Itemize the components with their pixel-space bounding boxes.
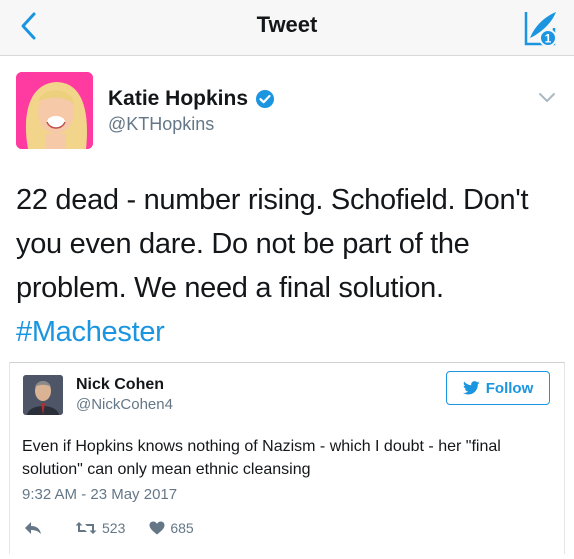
retweet-button[interactable]: 523 [75,520,125,536]
follow-button-label: Follow [485,379,534,397]
quote-author-avatar-image [23,375,63,415]
tweet-text: 22 dead - number rising. Schofield. Don'… [16,178,564,354]
reply-button[interactable] [24,521,42,535]
tweet-actions: 523 685 [24,516,194,540]
author-handle: @KTHopkins [108,114,215,134]
retweet-icon [75,522,97,534]
compose-tweet-icon: 1 [524,12,557,47]
compose-tweet-button[interactable]: 1 [518,6,562,50]
quote-author-avatar[interactable] [23,375,63,415]
quote-author-handle: @NickCohen4 [76,396,173,413]
tweet-body: 22 dead - number rising. Schofield. Don'… [16,184,529,304]
hashtag-link[interactable]: #Machester [16,316,165,348]
author-name-text: Katie Hopkins [108,87,249,110]
verified-badge-icon [256,90,275,108]
quote-timestamp[interactable]: 9:32 AM - 23 May 2017 [22,486,177,503]
quoted-tweet-card[interactable]: Nick Cohen @NickCohen4 Follow Even if Ho… [9,362,565,554]
quote-author-name[interactable]: Nick Cohen [76,376,164,394]
reply-icon [25,522,41,534]
chevron-down-icon [539,93,555,102]
navigation-bar: Tweet 1 [0,0,574,56]
author-avatar-image [16,72,93,149]
twitter-bird-icon [462,381,480,395]
svg-text:1: 1 [545,32,552,46]
page-title: Tweet [256,12,318,37]
like-count: 685 [170,520,194,536]
quote-text: Even if Hopkins knows nothing of Nazism … [22,438,501,478]
author-avatar[interactable] [16,72,93,149]
follow-button[interactable]: Follow [446,371,550,405]
retweet-count: 523 [102,520,126,536]
like-button[interactable]: 685 [149,520,194,536]
author-name[interactable]: Katie Hopkins [108,87,275,111]
tweet-options-button[interactable] [534,86,560,108]
heart-icon [149,521,165,535]
